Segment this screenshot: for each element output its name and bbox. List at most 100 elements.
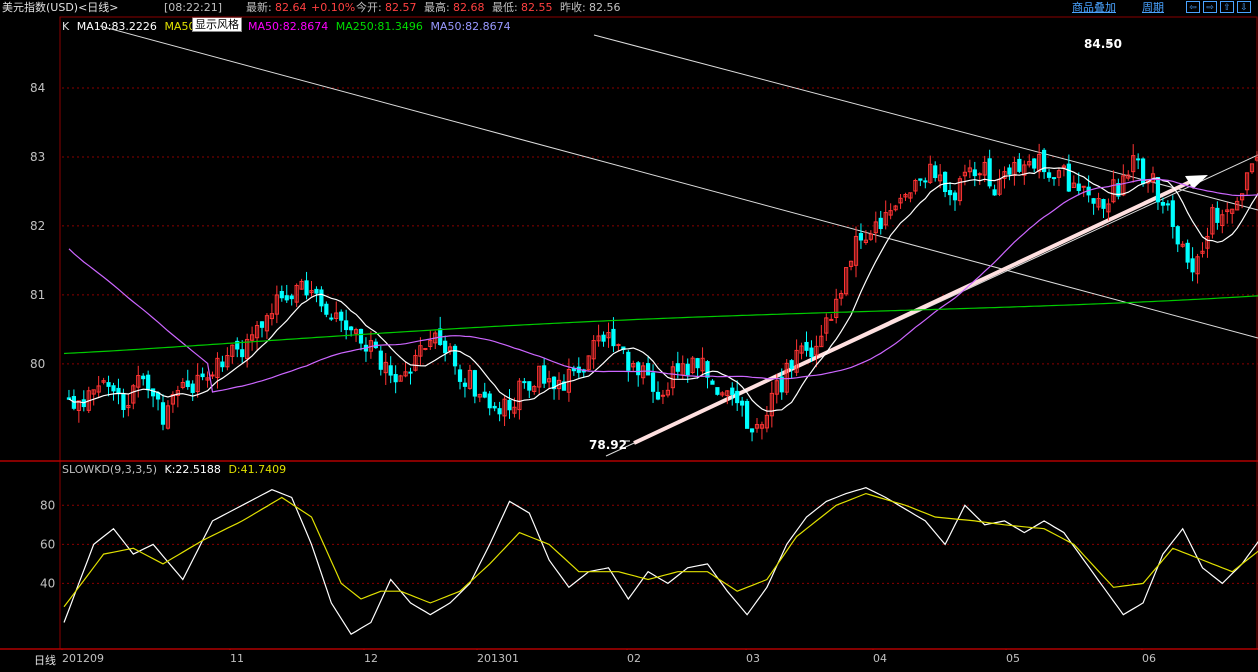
period-label: 日线 — [34, 654, 56, 667]
candle-up — [660, 394, 666, 397]
candle-down — [358, 328, 364, 344]
price-tick-label: 84 — [30, 81, 45, 95]
candle-down — [1032, 158, 1037, 169]
candle-down — [279, 291, 284, 299]
candle-down — [319, 289, 324, 307]
candle-down — [259, 321, 265, 328]
downtrend-line-1 — [99, 25, 1258, 339]
candle-down — [487, 393, 492, 409]
candle-down — [507, 399, 512, 411]
candle-down — [1175, 226, 1180, 245]
candle-down — [740, 400, 745, 406]
date-tick-8: 06 — [1142, 652, 1156, 665]
candle-down — [522, 381, 527, 384]
candle-down — [408, 371, 413, 374]
candle-down — [1185, 242, 1190, 263]
candle-down — [933, 165, 938, 179]
candle-down — [542, 365, 547, 384]
candle-down — [141, 375, 146, 380]
candle-down — [492, 405, 497, 409]
kd-k-line — [63, 487, 1258, 636]
candle-down — [715, 387, 720, 395]
candle-down — [918, 178, 923, 181]
candle-down — [675, 363, 680, 372]
candle-down — [987, 158, 992, 187]
date-tick-5: 03 — [746, 652, 760, 665]
date-tick-3: 201301 — [477, 652, 519, 665]
candle-down — [650, 372, 656, 392]
candle-down — [185, 380, 190, 388]
candle-down — [655, 391, 661, 400]
candle-down — [482, 391, 487, 398]
candle-down — [146, 374, 151, 391]
candle-up — [977, 173, 982, 176]
candle-down — [388, 365, 393, 376]
candle-down — [947, 190, 953, 196]
candle-down — [1136, 158, 1141, 161]
candle-down — [626, 351, 631, 371]
candle-down — [111, 385, 116, 392]
candle-down — [1190, 258, 1195, 273]
candle-down — [943, 171, 948, 193]
candle-down — [1046, 172, 1052, 178]
candle-down — [151, 388, 156, 397]
candle-down — [1051, 177, 1057, 180]
date-tick-2: 12 — [364, 652, 378, 665]
ma250-line — [63, 295, 1258, 355]
kd-tick-label: 40 — [40, 576, 55, 590]
candle-down — [1170, 200, 1175, 227]
date-tick-1: 11 — [230, 652, 244, 665]
candle-down — [462, 382, 468, 387]
candle-down — [1155, 177, 1161, 203]
candle-down — [443, 340, 448, 354]
date-tick-7: 05 — [1006, 652, 1020, 665]
price-tick-label: 80 — [30, 357, 45, 371]
candle-down — [190, 383, 195, 393]
candle-down — [804, 341, 809, 351]
candle-down — [789, 360, 794, 369]
candle-down — [1165, 203, 1170, 206]
date-axis: 日线 201209 11 12 201301 02 03 04 05 06 — [0, 650, 1258, 672]
candle-down — [284, 295, 289, 301]
candle-down — [393, 374, 398, 383]
candle-down — [240, 349, 245, 358]
candle-down — [1101, 199, 1106, 209]
candle-up — [423, 347, 428, 350]
kd-d-line — [63, 492, 1258, 608]
candle-down — [1091, 198, 1096, 204]
chart-frame — [59, 16, 1258, 650]
candle-down — [636, 362, 641, 376]
candle-down — [472, 370, 477, 397]
candle-down — [329, 317, 334, 320]
candle-down — [1160, 201, 1166, 206]
candle-down — [878, 217, 883, 230]
candle-down — [200, 373, 205, 378]
date-tick-6: 04 — [873, 652, 887, 665]
candle-down — [646, 363, 651, 376]
candle-down — [809, 347, 814, 358]
price-tick-label: 81 — [30, 288, 45, 302]
candle-down — [1007, 167, 1012, 175]
candle-down — [705, 361, 710, 378]
candle-up — [210, 374, 215, 377]
candle-down — [972, 169, 977, 177]
candle-down — [695, 358, 700, 369]
candle-down — [324, 303, 329, 315]
candle-down — [289, 295, 294, 300]
price-chart[interactable]: 80 81 82 83 84 40 60 80 84.50 78.92 — [0, 0, 1258, 650]
candle-down — [745, 400, 750, 429]
candle-down — [710, 380, 715, 385]
candle-down — [349, 326, 354, 331]
price-tick-label: 83 — [30, 150, 45, 164]
candle-down — [1017, 158, 1022, 172]
candle-down — [106, 382, 111, 387]
candle-down — [685, 363, 690, 376]
candle-down — [730, 387, 735, 395]
candle-down — [601, 334, 606, 342]
candle-down — [304, 280, 309, 296]
kd-tick-label: 80 — [40, 498, 55, 512]
date-tick-4: 02 — [627, 652, 641, 665]
candle-down — [344, 320, 349, 331]
candle-down — [952, 192, 958, 201]
candle-up — [616, 344, 621, 347]
